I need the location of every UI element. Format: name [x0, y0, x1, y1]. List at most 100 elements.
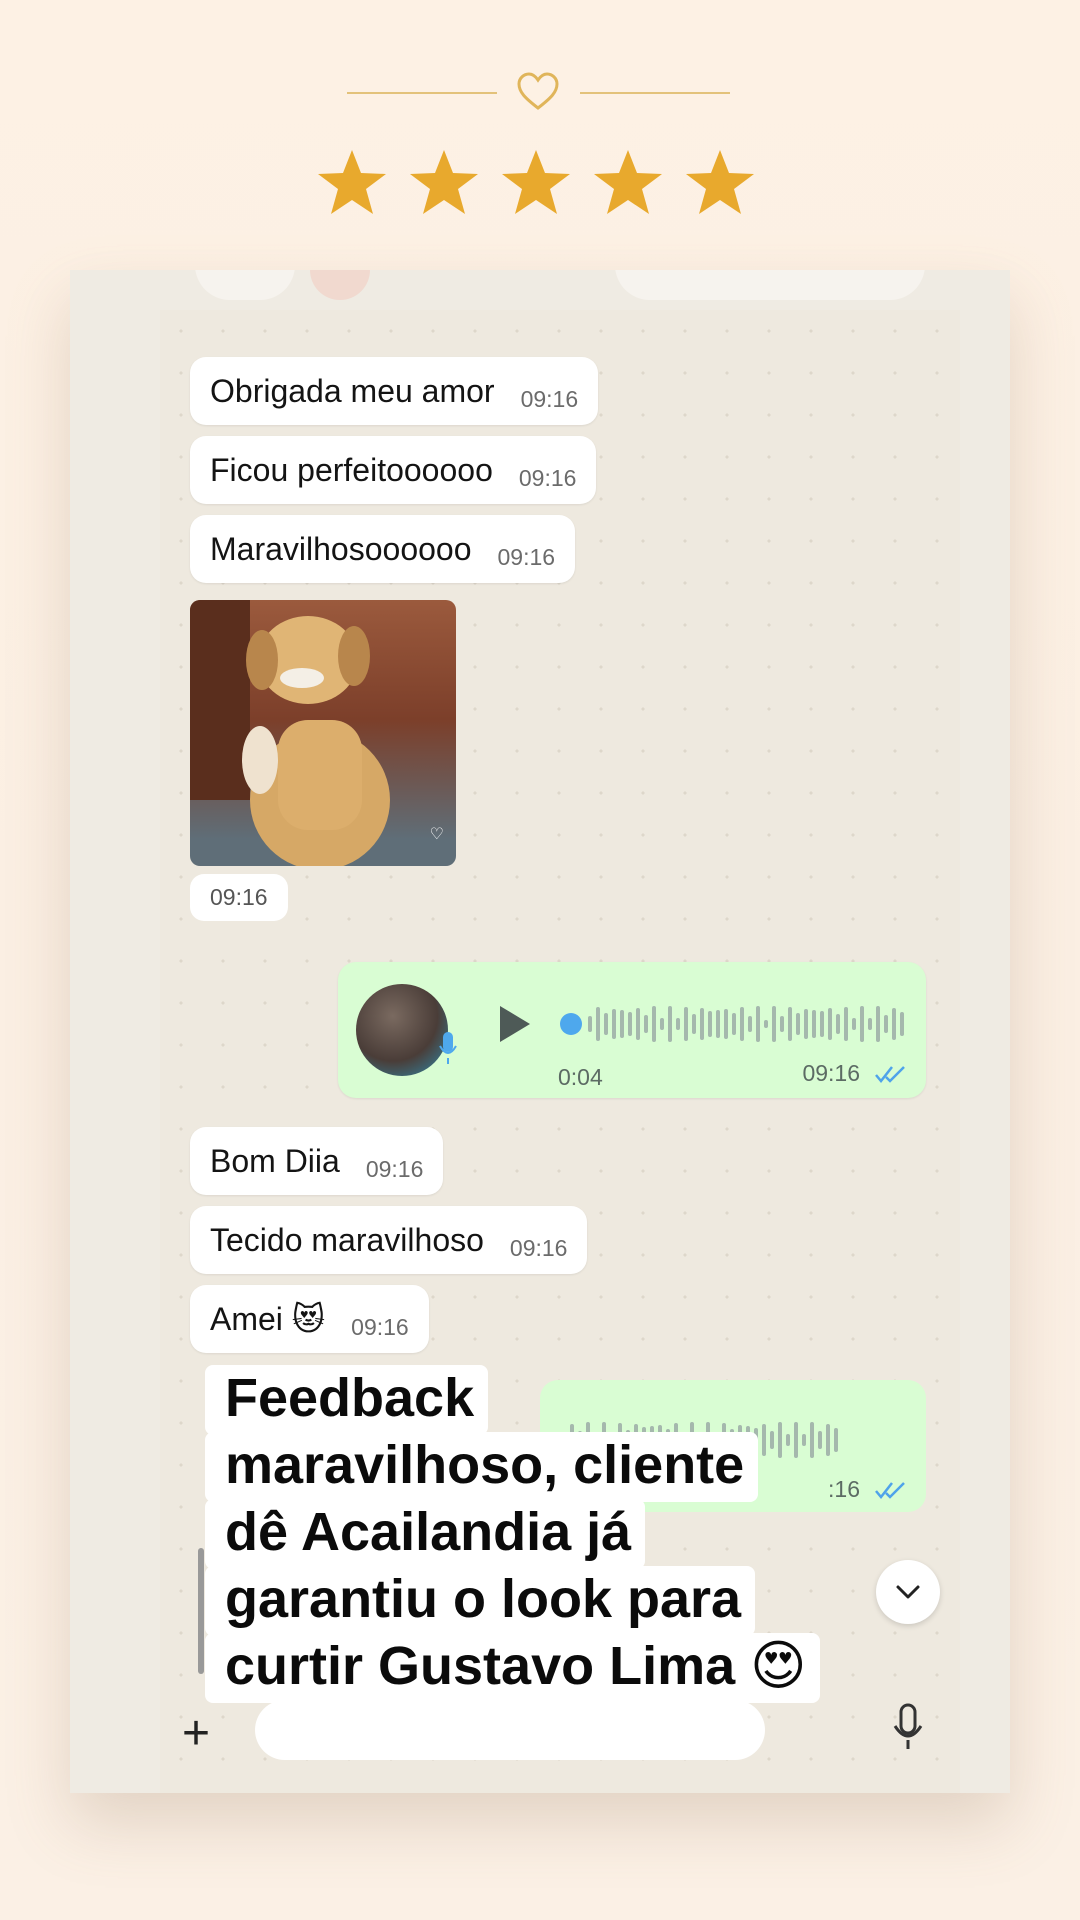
- waveform-bar: [836, 1014, 840, 1034]
- message-bubble[interactable]: Bom Diia 09:16: [190, 1127, 444, 1195]
- waveform-bar: [876, 1006, 880, 1042]
- message-input[interactable]: [255, 1700, 765, 1760]
- message-time: 09:16: [190, 874, 288, 921]
- caption-line: maravilhoso, cliente: [205, 1432, 759, 1502]
- message-time: 09:16: [518, 464, 577, 491]
- waveform-bar: [834, 1427, 838, 1453]
- waveform-bar: [868, 1018, 872, 1030]
- waveform-bar: [708, 1011, 712, 1037]
- top-bar-fragment: [615, 270, 925, 300]
- waveform-bar: [740, 1007, 744, 1041]
- waveform-bar: [826, 1423, 830, 1457]
- avatar: [356, 984, 448, 1076]
- waveform-bar: [764, 1019, 768, 1028]
- message-time: 09:16: [497, 543, 556, 570]
- waveform-bar: [676, 1017, 680, 1031]
- heart-outline-icon: [517, 72, 559, 110]
- heart-icon: ♡: [429, 826, 444, 843]
- scroll-indicator: [198, 1548, 204, 1674]
- waveform-bar: [748, 1016, 752, 1032]
- star-rating: [316, 148, 756, 216]
- waveform-bar: [852, 1017, 856, 1031]
- message-text: Obrigada meu amor: [210, 372, 495, 409]
- header-decoration: [0, 72, 1080, 112]
- waveform-bar: [668, 1006, 672, 1042]
- microphone-icon: [439, 1032, 457, 1064]
- waveform-bar: [892, 1007, 896, 1041]
- waveform-bar: [788, 1007, 792, 1041]
- waveform[interactable]: [560, 1002, 904, 1046]
- star-icon: [318, 150, 386, 214]
- waveform-bar: [644, 1014, 648, 1033]
- waveform-bar: [596, 1007, 600, 1041]
- scroll-down-button[interactable]: [876, 1560, 940, 1624]
- star-icon: [594, 150, 662, 214]
- message-bubble[interactable]: Amei 😻 09:16: [190, 1285, 429, 1353]
- voice-duration: 0:04: [558, 1064, 603, 1090]
- waveform-bar: [724, 1008, 728, 1040]
- waveform-bar: [756, 1006, 760, 1042]
- dog-image: [242, 616, 390, 866]
- caption-line: curtir Gustavo Lima 😍: [205, 1633, 821, 1703]
- message-time: 09:16: [520, 385, 579, 412]
- waveform-bar: [772, 1006, 776, 1042]
- star-icon: [410, 150, 478, 214]
- waveform-bar: [628, 1011, 632, 1037]
- divider-left: [347, 92, 497, 94]
- waveform-bar: [660, 1018, 664, 1030]
- waveform-bar: [652, 1006, 656, 1042]
- waveform-bar: [844, 1006, 848, 1042]
- star-icon: [686, 150, 754, 214]
- message-time: 09:16: [365, 1155, 424, 1182]
- microphone-icon[interactable]: [890, 1702, 926, 1752]
- waveform-bar: [900, 1011, 904, 1037]
- waveform-bar: [700, 1007, 704, 1041]
- waveform-bar: [812, 1010, 816, 1038]
- message-time: 09:16: [509, 1234, 568, 1261]
- play-icon[interactable]: [500, 1006, 530, 1042]
- waveform-bar: [860, 1006, 864, 1042]
- waveform-bar: [684, 1006, 688, 1042]
- message-bubble[interactable]: Tecido maravilhoso 09:16: [190, 1206, 588, 1274]
- waveform-bar: [820, 1011, 824, 1037]
- waveform-bar: [828, 1007, 832, 1041]
- playback-position[interactable]: [560, 1013, 582, 1035]
- star-icon: [502, 150, 570, 214]
- caption-overlay: Feedback maravilhoso, cliente dê Acailan…: [205, 1365, 821, 1703]
- waveform-bar: [636, 1007, 640, 1041]
- plus-icon[interactable]: +: [182, 1706, 210, 1761]
- waveform-bar: [732, 1013, 736, 1035]
- message-time: 09:16: [802, 1060, 860, 1086]
- message-text: Tecido maravilhoso: [210, 1221, 484, 1258]
- caption-line: Feedback: [205, 1365, 489, 1435]
- waveform-bar: [716, 1010, 720, 1038]
- message-text: Ficou perfeitoooooo: [210, 451, 493, 488]
- voice-message[interactable]: 0:04 09:16: [338, 962, 926, 1098]
- waveform-bar: [588, 1015, 592, 1033]
- waveform-bar: [796, 1013, 800, 1035]
- message-bubble[interactable]: Maravilhosoooooo 09:16: [190, 515, 576, 583]
- caption-line: dê Acailandia já: [205, 1499, 646, 1569]
- double-check-icon: [875, 1482, 905, 1499]
- message-text: Maravilhosoooooo: [210, 530, 472, 567]
- waveform-bar: [604, 1012, 608, 1036]
- message-bubble[interactable]: Obrigada meu amor 09:16: [190, 357, 599, 425]
- message-time: 09:16: [351, 1313, 409, 1340]
- chevron-down-icon: [896, 1585, 920, 1599]
- message-text: Bom Diia: [210, 1142, 340, 1179]
- top-bar-fragment: [195, 270, 295, 300]
- waveform-bar: [692, 1014, 696, 1034]
- waveform-bar: [780, 1016, 784, 1032]
- message-text: Amei 😻: [210, 1301, 326, 1337]
- double-check-icon: [875, 1066, 905, 1083]
- message-time: :16: [828, 1476, 860, 1502]
- divider-right: [580, 92, 730, 94]
- caption-line: garantiu o look para: [205, 1566, 756, 1636]
- waveform-bar: [804, 1008, 808, 1040]
- message-bubble[interactable]: Ficou perfeitoooooo 09:16: [190, 436, 597, 504]
- image-message[interactable]: ♡: [190, 600, 456, 866]
- top-bar-fragment: [310, 270, 370, 300]
- waveform-bar: [612, 1009, 616, 1039]
- waveform-bar: [884, 1014, 888, 1034]
- waveform-bar: [620, 1009, 624, 1039]
